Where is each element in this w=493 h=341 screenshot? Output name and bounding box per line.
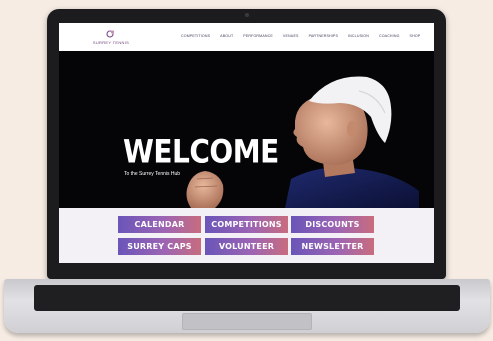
hero-banner: WELCOME To the Surrey Tennis Hub bbox=[59, 51, 434, 208]
volunteer-button[interactable]: VOLUNTEER bbox=[205, 238, 288, 255]
surrey-caps-button[interactable]: SURREY CAPS bbox=[118, 238, 201, 255]
keyboard bbox=[34, 285, 460, 311]
nav-item-partnerships[interactable]: PARTNERSHIPS bbox=[309, 34, 338, 38]
laptop-base bbox=[4, 279, 490, 333]
site-logo[interactable]: SURREY TENNIS bbox=[89, 29, 133, 47]
calendar-button[interactable]: CALENDAR bbox=[118, 216, 201, 233]
main-nav: COMPETITIONS ABOUT PERFORMANCE VENUES PA… bbox=[181, 34, 430, 38]
laptop-screen: SURREY TENNIS COMPETITIONS ABOUT PERFORM… bbox=[59, 23, 434, 263]
competitions-button[interactable]: COMPETITIONS bbox=[205, 216, 288, 233]
webcam-icon bbox=[244, 13, 249, 17]
nav-item-about[interactable]: ABOUT bbox=[220, 34, 233, 38]
surrey-tennis-logo-icon bbox=[106, 30, 115, 38]
hero-title: WELCOME bbox=[123, 132, 279, 171]
logo-text: SURREY TENNIS bbox=[92, 40, 130, 45]
nav-item-performance[interactable]: PERFORMANCE bbox=[243, 34, 273, 38]
nav-item-competitions[interactable]: COMPETITIONS bbox=[181, 34, 210, 38]
site-header: SURREY TENNIS COMPETITIONS ABOUT PERFORM… bbox=[59, 23, 434, 51]
nav-item-venues[interactable]: VENUES bbox=[283, 34, 299, 38]
nav-item-shop[interactable]: SHOP bbox=[410, 34, 421, 38]
newsletter-button[interactable]: NEWSLETTER bbox=[291, 238, 374, 255]
quick-links: CALENDAR COMPETITIONS DISCOUNTS SURREY C… bbox=[59, 208, 434, 263]
discounts-button[interactable]: DISCOUNTS bbox=[291, 216, 374, 233]
trackpad bbox=[182, 313, 312, 330]
nav-item-inclusion[interactable]: INCLUSION bbox=[348, 34, 369, 38]
tennis-player-photo bbox=[186, 76, 419, 208]
hero-subtitle: To the Surrey Tennis Hub bbox=[124, 171, 181, 177]
nav-item-coaching[interactable]: COACHING bbox=[379, 34, 400, 38]
